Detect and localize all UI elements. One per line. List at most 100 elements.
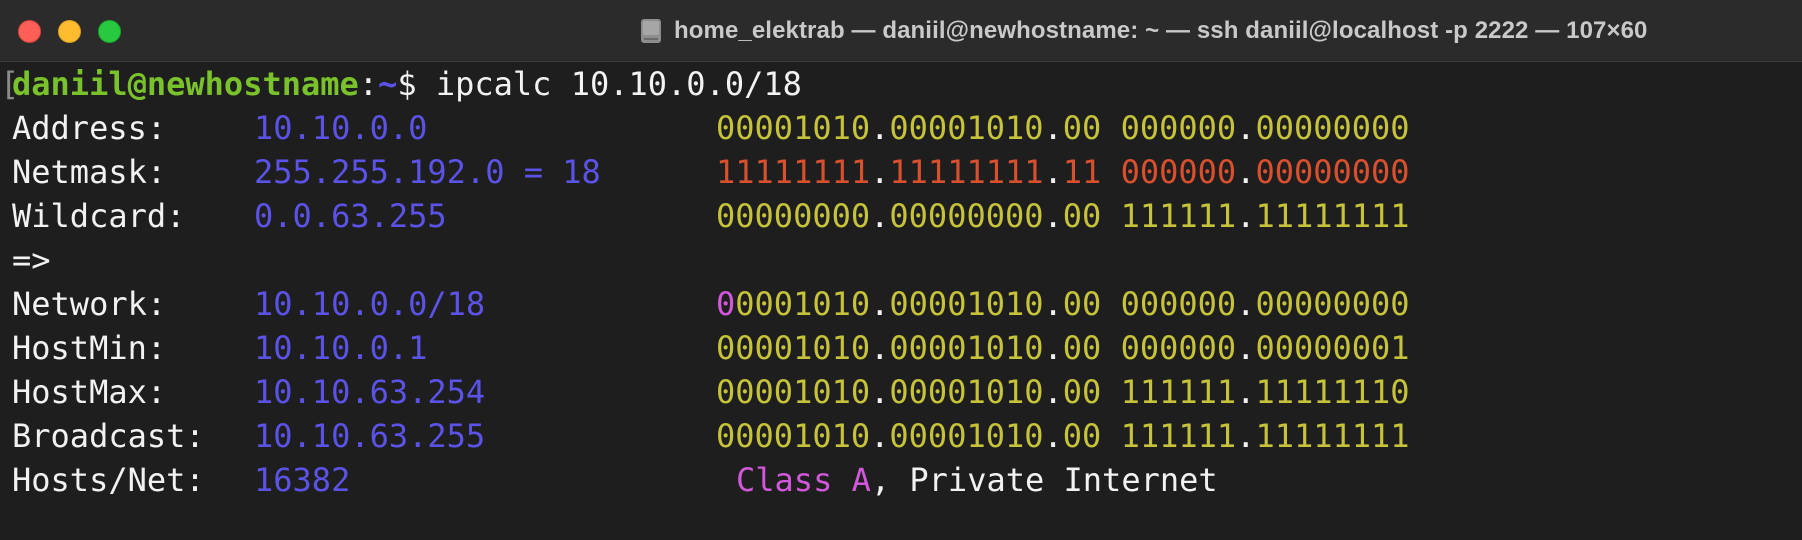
bits-space — [1101, 373, 1120, 411]
row-value: 10.10.0.1 — [254, 329, 428, 367]
row-label: HostMax: — [12, 373, 167, 411]
prompt-command: ipcalc 10.10.0.0/18 — [416, 65, 802, 103]
bits-dot: . — [1236, 285, 1256, 323]
bits-octet-2: 00001010 — [889, 109, 1044, 147]
minimize-icon — [59, 21, 80, 42]
bits-dot: . — [1236, 329, 1256, 367]
bits-octet-4: 11111111 — [1255, 417, 1410, 455]
zoom-icon — [99, 21, 120, 42]
bits-octet-3-host: 000000 — [1120, 329, 1237, 367]
bits-octet-2: 00001010 — [889, 373, 1044, 411]
row-label: Netmask: — [12, 153, 167, 191]
class-info: Class A, Private Internet — [736, 458, 1218, 502]
close-button[interactable] — [18, 20, 41, 43]
bits-dot: . — [1043, 373, 1063, 411]
close-icon — [19, 21, 40, 42]
bits-dot: . — [1043, 285, 1063, 323]
row-value: 10.10.0.0/18 — [254, 285, 486, 323]
window-title-group: home_elektrab — daniil@newhostname: ~ — … — [640, 14, 1647, 48]
bits-dot: . — [1043, 153, 1063, 191]
window-title: home_elektrab — daniil@newhostname: ~ — … — [674, 17, 1648, 44]
bits-octet-1: 00001010 — [716, 329, 871, 367]
bits-dot: . — [870, 417, 890, 455]
bits-dot: . — [1043, 109, 1063, 147]
hostmax-row: HostMax: 10.10.63.254 00001010.00001010.… — [0, 370, 1410, 414]
bits-space — [1101, 109, 1120, 147]
row-bits: 00001010.00001010.00 111111.11111110 — [716, 370, 1410, 414]
address-row: Address: 10.10.0.0 00001010.00001010.00 … — [0, 106, 1410, 150]
bits-space — [1101, 329, 1120, 367]
title-bar[interactable]: home_elektrab — daniil@newhostname: ~ — … — [0, 0, 1802, 62]
bits-octet-1: 00001010 — [716, 417, 871, 455]
bits-octet-1: 00001010 — [716, 109, 871, 147]
bits-octet-1: 00000000 — [716, 197, 871, 235]
arrow-row: => — [0, 238, 116, 282]
bits-dot: . — [1236, 373, 1256, 411]
bits-octet-2: 00001010 — [889, 285, 1044, 323]
prompt-user-host: daniil@newhostname — [12, 65, 359, 103]
bits-octet-1: 00001010 — [716, 373, 871, 411]
bits-dot: . — [1236, 197, 1256, 235]
bits-octet-3-net: 00 — [1062, 373, 1102, 411]
bits-dot: . — [1043, 329, 1063, 367]
broadcast-row: Broadcast: 10.10.63.255 00001010.0000101… — [0, 414, 1410, 458]
bits-octet-2: 00001010 — [889, 329, 1044, 367]
bits-octet-3-net: 00 — [1062, 109, 1102, 147]
bits-space — [1101, 417, 1120, 455]
row-bits: 00001010.00001010.00 111111.11111111 — [716, 414, 1410, 458]
prompt-colon: : — [358, 65, 379, 103]
bits-class-bit: 0 — [716, 285, 736, 323]
bits-octet-3-host: 111111 — [1120, 373, 1237, 411]
row-bits: 00001010.00001010.00 000000.00000001 — [716, 326, 1410, 370]
bits-dot: . — [870, 109, 890, 147]
netmask-row: Netmask: 255.255.192.0 = 18 11111111.111… — [0, 150, 1410, 194]
row-label: Wildcard: — [12, 197, 186, 235]
bits-octet-3-host: 000000 — [1120, 109, 1237, 147]
bits-octet-4: 11111110 — [1255, 373, 1410, 411]
bits-octet-3-host: 111111 — [1120, 417, 1237, 455]
terminal-output[interactable]: [daniil@newhostname:~$ ipcalc 10.10.0.0/… — [0, 62, 1802, 540]
bits-space — [1101, 285, 1120, 323]
row-value: 10.10.63.254 — [254, 373, 486, 411]
bits-octet-3-net: 11 — [1062, 153, 1102, 191]
arrow-separator: => — [12, 241, 51, 279]
row-bits: 00001010.00001010.00 000000.00000000 — [716, 282, 1410, 326]
row-label: Address: — [12, 109, 167, 147]
bits-dot: . — [1236, 109, 1256, 147]
bits-dot: . — [870, 285, 890, 323]
hostmin-row: HostMin: 10.10.0.1 00001010.00001010.00 … — [0, 326, 1410, 370]
bits-dot: . — [1236, 153, 1256, 191]
network-row: Network: 10.10.0.0/18 00001010.00001010.… — [0, 282, 1410, 326]
bits-octet-4: 00000000 — [1255, 153, 1410, 191]
bits-octet-1: 0001010 — [735, 285, 871, 323]
bits-octet-4: 00000001 — [1255, 329, 1410, 367]
bits-octet-2: 00001010 — [889, 417, 1044, 455]
prompt-symbol: $ — [397, 65, 417, 103]
bits-octet-3-host: 000000 — [1120, 285, 1237, 323]
row-label: Network: — [12, 285, 167, 323]
terminal-window: home_elektrab — daniil@newhostname: ~ — … — [0, 0, 1802, 540]
bits-dot: . — [1043, 417, 1063, 455]
row-value: 10.10.63.255 — [254, 417, 486, 455]
bits-octet-3-net: 00 — [1062, 285, 1102, 323]
zoom-button[interactable] — [98, 20, 121, 43]
class-description: , Private Internet — [870, 461, 1218, 499]
bits-octet-2: 11111111 — [889, 153, 1044, 191]
bits-dot: . — [1043, 197, 1063, 235]
bits-space — [1101, 153, 1120, 191]
wildcard-row: Wildcard: 0.0.63.255 00000000.00000000.0… — [0, 194, 1410, 238]
prompt-line: [daniil@newhostname:~$ ipcalc 10.10.0.0/… — [0, 62, 802, 106]
bits-octet-2: 00000000 — [889, 197, 1044, 235]
bits-space — [1101, 197, 1120, 235]
prompt-path: ~ — [378, 65, 398, 103]
row-label: Broadcast: — [12, 417, 205, 455]
row-value: 10.10.0.0 — [254, 109, 428, 147]
minimize-button[interactable] — [58, 20, 81, 43]
class-label: Class A — [736, 461, 871, 499]
bits-octet-3-net: 00 — [1062, 329, 1102, 367]
bits-octet-4: 00000000 — [1255, 285, 1410, 323]
hosts-net-row: Hosts/Net: 16382 Class A, Private Intern… — [0, 458, 1218, 502]
bits-octet-4: 00000000 — [1255, 109, 1410, 147]
row-bits: 00001010.00001010.00 000000.00000000 — [716, 106, 1410, 150]
bits-octet-4: 11111111 — [1255, 197, 1410, 235]
